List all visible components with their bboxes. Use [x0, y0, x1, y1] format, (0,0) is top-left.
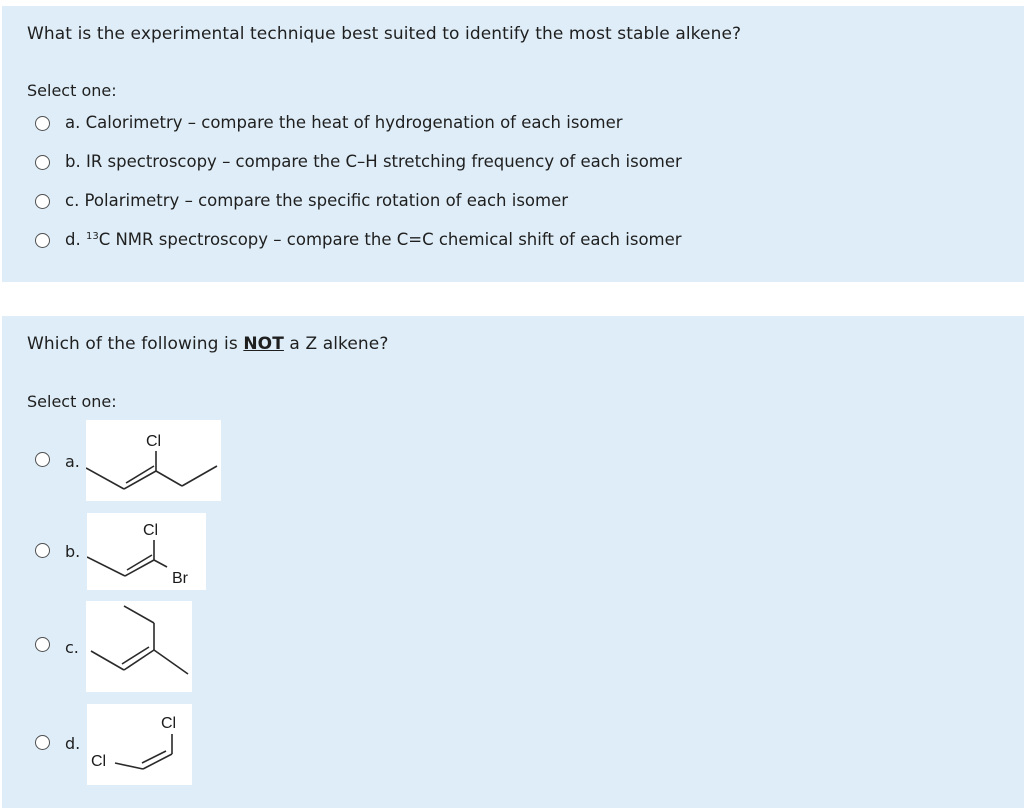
option-a-label[interactable]: a. Calorimetry – compare the heat of hyd…	[65, 113, 623, 132]
option-b-letter[interactable]: b.	[65, 542, 80, 561]
option-b-structure-image[interactable]: Cl Br	[87, 513, 206, 590]
atom-label: Br	[172, 570, 189, 587]
option-d-letter[interactable]: d.	[65, 734, 80, 753]
option-b-radio[interactable]	[35, 155, 50, 170]
option-b-radio[interactable]	[35, 543, 50, 558]
atom-label: Cl	[91, 753, 106, 770]
option-b-label[interactable]: b. IR spectroscopy – compare the C–H str…	[65, 152, 682, 171]
atom-label: Cl	[146, 433, 161, 450]
question-2-emphasis: NOT	[243, 334, 284, 354]
question-2-post: a Z alkene?	[283, 334, 389, 354]
option-d-prefix: d.	[65, 230, 86, 249]
option-a-letter[interactable]: a.	[65, 452, 80, 471]
option-c-radio[interactable]	[35, 637, 50, 652]
atom-label: Cl	[161, 715, 176, 732]
option-c-radio[interactable]	[35, 194, 50, 209]
option-d-label[interactable]: d. 13C NMR spectroscopy – compare the C=…	[65, 230, 682, 249]
option-c-structure-image[interactable]	[86, 601, 192, 692]
question-2-text: Which of the following is NOT a Z alkene…	[27, 334, 389, 354]
atom-label: Cl	[143, 522, 158, 539]
select-one-label: Select one:	[27, 81, 117, 100]
option-d-radio[interactable]	[35, 735, 50, 750]
option-d-text: C NMR spectroscopy – compare the C=C che…	[98, 230, 682, 249]
question-2-pre: Which of the following is	[27, 334, 244, 354]
question-2-card: Which of the following is NOT a Z alkene…	[2, 316, 1024, 808]
option-a-radio[interactable]	[35, 116, 50, 131]
option-a-structure-image[interactable]: Cl	[86, 420, 221, 501]
option-d-structure-image[interactable]: Cl Cl	[87, 704, 192, 785]
option-c-label[interactable]: c. Polarimetry – compare the specific ro…	[65, 191, 568, 210]
option-a-radio[interactable]	[35, 452, 50, 467]
option-d-radio[interactable]	[35, 233, 50, 248]
question-1-text: What is the experimental technique best …	[27, 24, 742, 44]
select-one-label: Select one:	[27, 392, 117, 411]
option-c-letter[interactable]: c.	[65, 638, 79, 657]
option-d-superscript: 13	[85, 231, 99, 242]
question-1-card: What is the experimental technique best …	[2, 6, 1024, 282]
